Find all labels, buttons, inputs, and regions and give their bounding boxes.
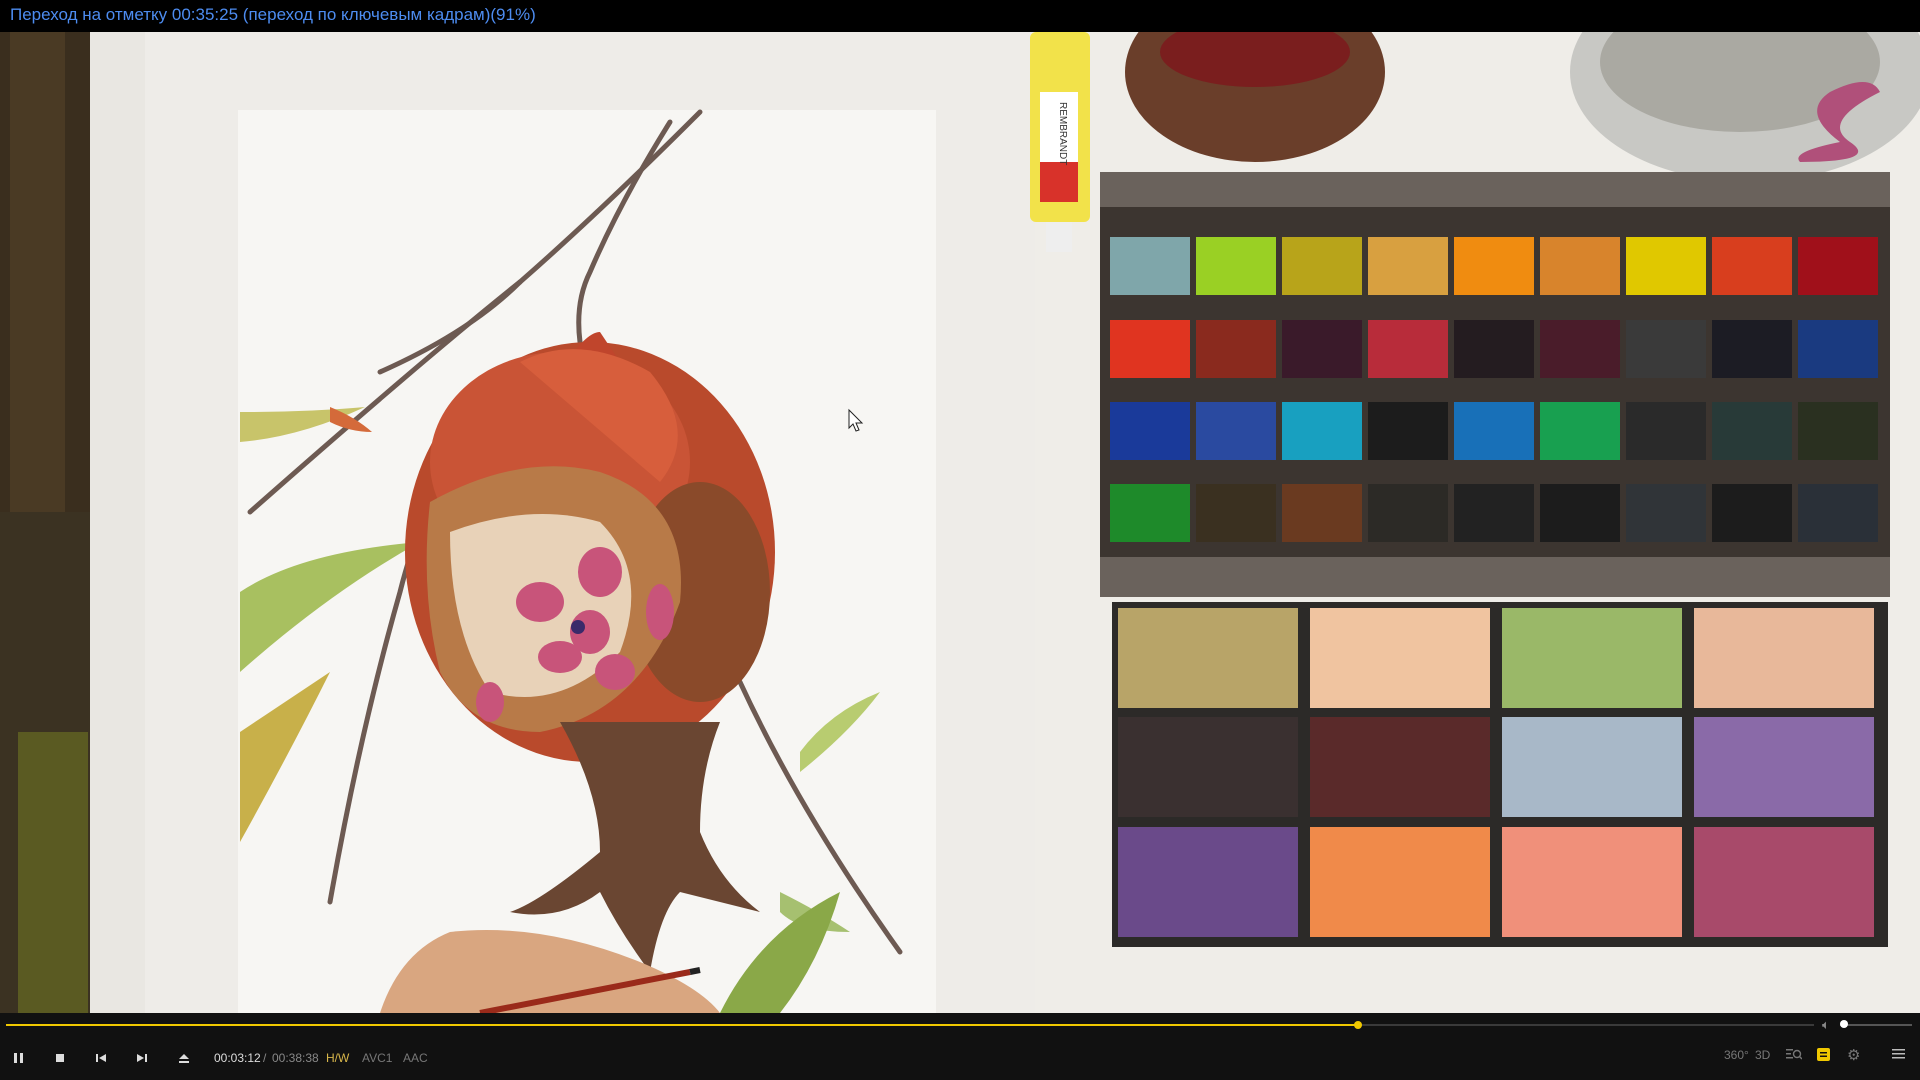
seek-handle[interactable]	[1354, 1021, 1363, 1029]
pause-icon	[14, 1053, 23, 1063]
audio-codec-badge[interactable]: AAC	[403, 1051, 428, 1065]
prev-icon	[96, 1054, 106, 1062]
osd-message: Переход на отметку 00:35:25 (переход по …	[10, 5, 536, 24]
subtitle-icon	[1817, 1048, 1830, 1061]
paint-tube: REMBRANDT	[1030, 32, 1090, 252]
hw-decode-badge[interactable]: H/W	[326, 1051, 349, 1065]
video-frame[interactable]: REMBRANDT	[0, 32, 1920, 1013]
seek-track[interactable]	[6, 1021, 1814, 1029]
volume-slider[interactable]	[1840, 1024, 1912, 1026]
subtitle-button[interactable]	[1817, 1048, 1830, 1064]
control-bar: 00:03:12 / 00:38:38 H/W AVC1 AAC 360° 3D…	[0, 1037, 1920, 1080]
stop-button[interactable]	[47, 1045, 73, 1071]
open-file-button[interactable]	[171, 1045, 197, 1071]
menu-icon	[1892, 1049, 1905, 1059]
osd-bar: Переход на отметку 00:35:25 (переход по …	[0, 0, 1920, 32]
stop-icon	[56, 1054, 64, 1062]
video-scene: REMBRANDT	[0, 32, 1920, 1013]
3d-icon: 3D	[1755, 1048, 1771, 1062]
next-icon	[137, 1054, 147, 1062]
zoom-button[interactable]	[1786, 1048, 1803, 1064]
seek-progress	[6, 1024, 1359, 1026]
svg-text:REMBRANDT: REMBRANDT	[1057, 102, 1068, 165]
watercolor-palette	[1100, 172, 1890, 947]
3d-mode-button[interactable]: 3D	[1755, 1048, 1770, 1062]
previous-button[interactable]	[88, 1045, 114, 1071]
current-time[interactable]: 00:03:12	[214, 1051, 261, 1065]
seekbar[interactable]: 🔈︎	[0, 1013, 1920, 1037]
zoom-icon	[1786, 1049, 1803, 1060]
volume-icon[interactable]: 🔈︎	[1822, 1017, 1830, 1033]
pause-button[interactable]	[6, 1045, 32, 1071]
video-codec-badge[interactable]: AVC1	[362, 1051, 392, 1065]
settings-button[interactable]: ⚙	[1847, 1046, 1860, 1064]
next-button[interactable]	[129, 1045, 155, 1071]
360-view-button[interactable]: 360°	[1724, 1048, 1749, 1062]
eject-icon	[179, 1053, 189, 1063]
total-time[interactable]: 00:38:38	[272, 1051, 319, 1065]
volume-handle[interactable]	[1840, 1020, 1848, 1028]
time-separator: /	[263, 1051, 267, 1065]
360-icon: 360°	[1724, 1048, 1749, 1062]
menu-button[interactable]	[1892, 1048, 1905, 1062]
gear-icon: ⚙	[1847, 1047, 1861, 1064]
